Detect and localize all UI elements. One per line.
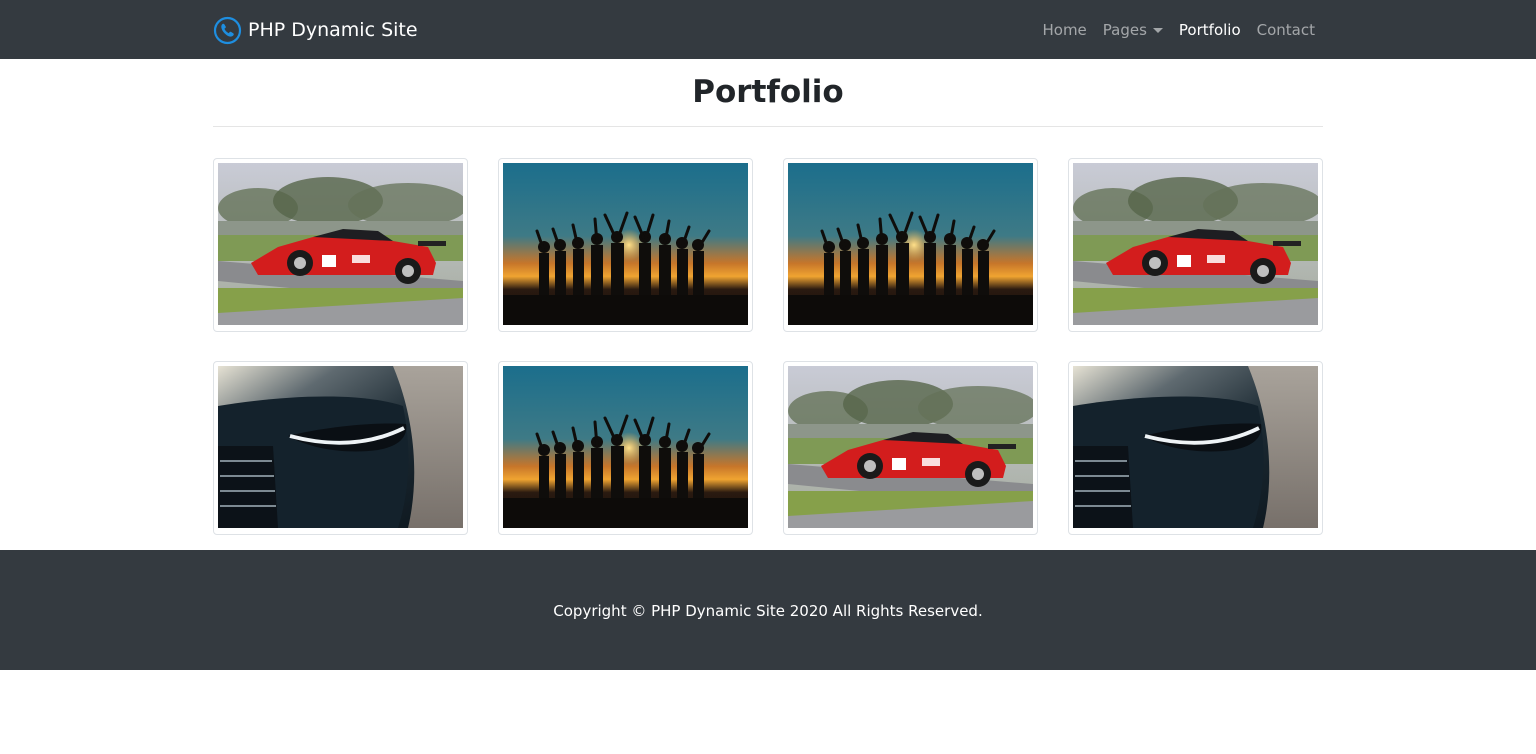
car-headlight-image <box>1073 366 1318 528</box>
nav-link-pages-label: Pages <box>1102 21 1147 39</box>
brand-link[interactable]: PHP Dynamic Site <box>213 14 418 46</box>
sunset-silhouettes-image <box>503 163 748 325</box>
main-nav: Home Pages Portfolio Contact <box>1026 19 1315 41</box>
gallery-thumbnail-headlight[interactable] <box>1068 361 1323 535</box>
race-car-image <box>218 163 463 325</box>
sunset-silhouettes-image <box>788 163 1033 325</box>
nav-link-contact[interactable]: Contact <box>1257 19 1315 41</box>
page-title: Portfolio <box>692 74 844 110</box>
nav-link-portfolio[interactable]: Portfolio <box>1179 19 1241 41</box>
footer: Copyright © PHP Dynamic Site 2020 All Ri… <box>0 550 1536 670</box>
gallery-thumbnail-headlight[interactable] <box>213 361 468 535</box>
race-car-image <box>788 366 1033 528</box>
title-divider <box>213 126 1323 127</box>
gallery-thumbnail-race-car[interactable] <box>1068 158 1323 332</box>
nav-link-pages[interactable]: Pages <box>1103 19 1163 41</box>
copyright-text: Copyright © PHP Dynamic Site 2020 All Ri… <box>553 602 983 620</box>
navbar: PHP Dynamic Site Home Pages Portfolio Co… <box>0 0 1536 59</box>
sunset-silhouettes-image <box>503 366 748 528</box>
gallery-thumbnail-sunset[interactable] <box>498 158 753 332</box>
gallery-thumbnail-race-car[interactable] <box>783 361 1038 535</box>
brand-name: PHP Dynamic Site <box>248 19 418 41</box>
race-car-image <box>1073 163 1318 325</box>
phone-in-circle-icon <box>213 16 242 45</box>
car-headlight-image <box>218 366 463 528</box>
gallery-thumbnail-race-car[interactable] <box>213 158 468 332</box>
nav-link-home[interactable]: Home <box>1042 19 1086 41</box>
caret-down-icon <box>1152 27 1163 33</box>
gallery-thumbnail-sunset[interactable] <box>498 361 753 535</box>
gallery-thumbnail-sunset[interactable] <box>783 158 1038 332</box>
